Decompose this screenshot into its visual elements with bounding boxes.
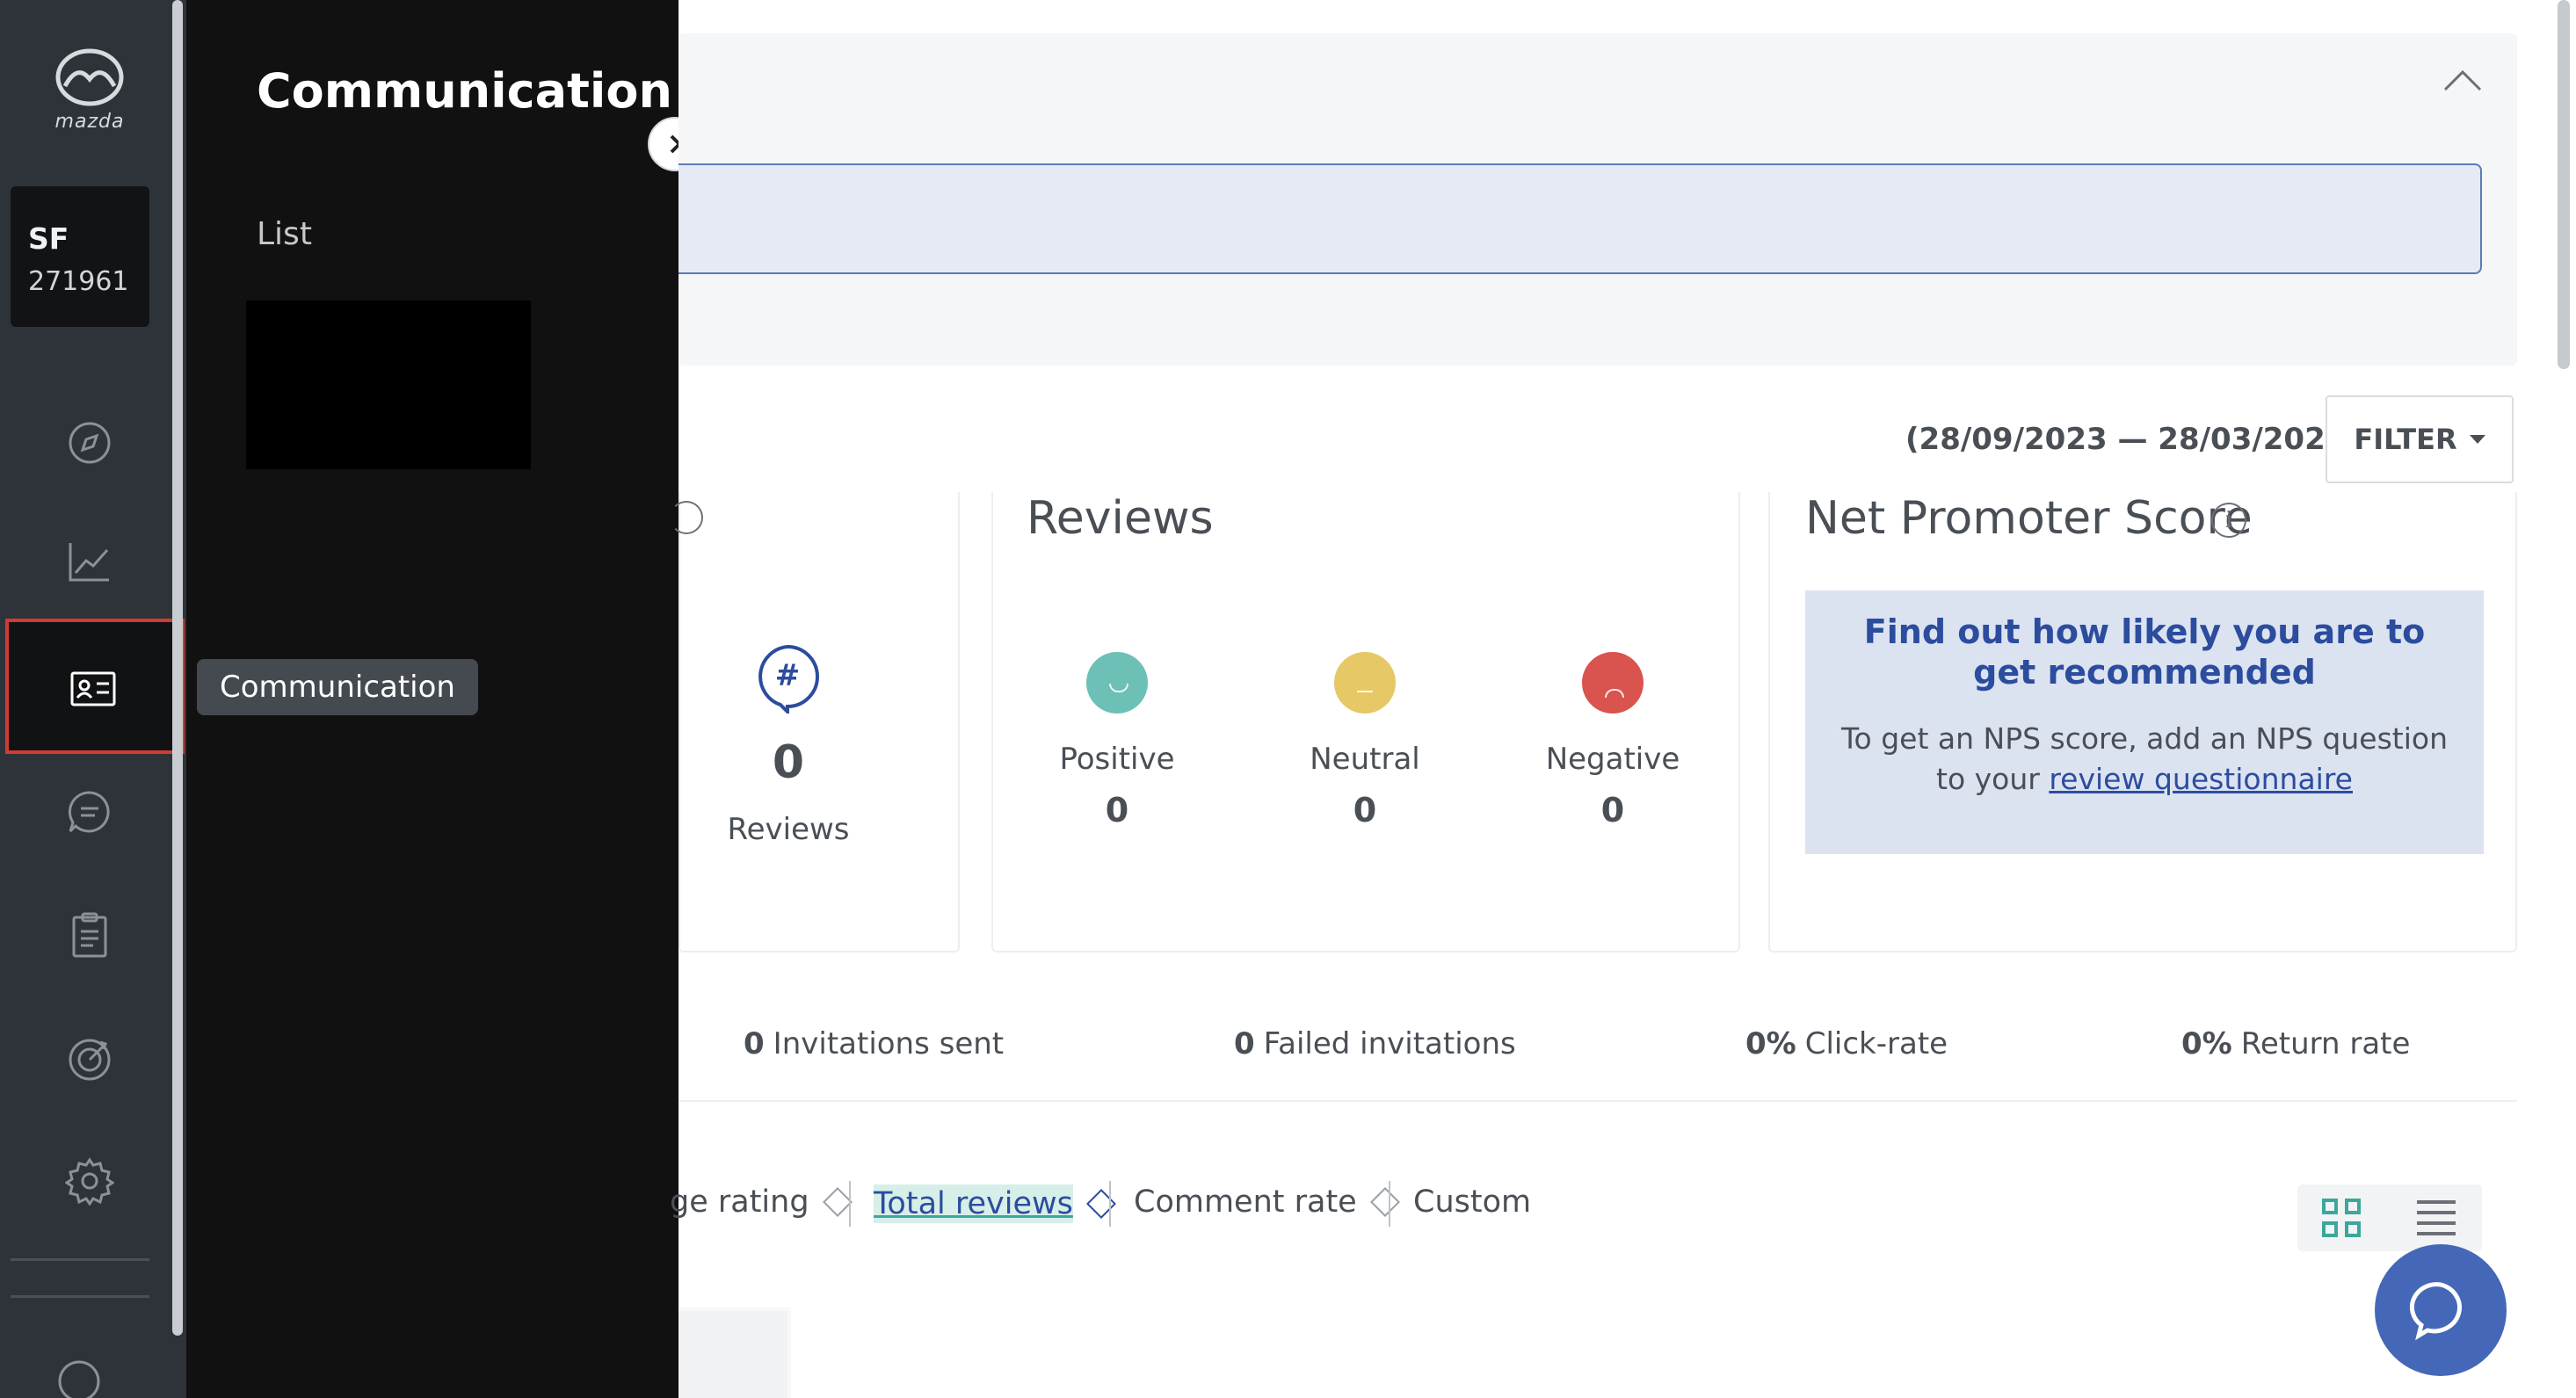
search-input[interactable]: [678, 163, 2482, 274]
neutral-face-icon: [1334, 652, 1396, 713]
review-questionnaire-link[interactable]: review questionnaire: [2049, 762, 2353, 796]
metric-label: Return rate: [2240, 1026, 2411, 1061]
view-toggle: [2297, 1184, 2482, 1251]
metric-label: Invitations sent: [773, 1026, 1005, 1061]
contact-card-icon: [70, 671, 116, 706]
sentiment-value: 0: [1105, 791, 1129, 829]
nps-headline: Find out how likely you are to get recom…: [1863, 612, 2426, 692]
chart-line-icon: [69, 543, 109, 582]
collapse-panel-button[interactable]: [2440, 62, 2485, 97]
metric-value: 0%: [2181, 1026, 2232, 1061]
sort-icon: [1369, 1187, 1400, 1217]
sentiment-label: Neutral: [1310, 742, 1420, 777]
sort-separator: [849, 1181, 851, 1227]
sentiment-neutral: Neutral 0: [1277, 652, 1453, 829]
total-reviews-value: 0: [772, 736, 805, 789]
nps-title: Net Promoter Score: [1805, 492, 2253, 545]
sort-separator: [1109, 1181, 1111, 1227]
sort-label: Custom: [1413, 1184, 1532, 1220]
sentiment-negative: Negative 0: [1525, 652, 1701, 829]
nav-communication-icon-wrap: [58, 654, 128, 724]
sort-average-rating[interactable]: ge rating: [670, 1184, 853, 1220]
info-icon[interactable]: [670, 501, 703, 534]
nav-rail: mazda SF 271961: [0, 0, 186, 1398]
sort-separator: [1389, 1181, 1390, 1227]
nav-settings-button[interactable]: [54, 1146, 125, 1216]
sentiment-positive: Positive 0: [1029, 652, 1205, 829]
flyout-title: Communication: [257, 63, 672, 119]
metric-value: 0: [744, 1026, 765, 1061]
sort-comment-rate[interactable]: Comment rate: [1134, 1184, 1400, 1220]
nav-surveys-button[interactable]: [54, 900, 125, 970]
grid-view-icon[interactable]: [2322, 1199, 2361, 1237]
chat-icon: [68, 791, 110, 833]
clipboard-icon: [72, 912, 107, 958]
sentiment-value: 0: [1353, 791, 1377, 829]
target-icon: [69, 1039, 111, 1081]
list-view-icon[interactable]: [2415, 1199, 2457, 1237]
caret-down-icon: [2469, 435, 2485, 444]
mazda-logo[interactable]: mazda: [39, 44, 141, 133]
nav-tooltip: Communication: [197, 659, 478, 715]
nav-communication-button[interactable]: [5, 619, 185, 754]
support-chat-button[interactable]: [2375, 1244, 2507, 1376]
loading-placeholder: [678, 1307, 791, 1398]
gear-icon: [65, 1157, 114, 1206]
chat-bubble-icon: [2409, 1282, 2462, 1341]
sort-icon: [822, 1187, 853, 1217]
sort-total-reviews[interactable]: Total reviews: [874, 1184, 1116, 1223]
smile-icon: [1086, 652, 1148, 713]
sort-label: Comment rate: [1134, 1184, 1357, 1220]
mazda-logo-icon: [55, 48, 124, 106]
filter-label: FILTER: [2354, 423, 2457, 456]
sort-label: Total reviews: [874, 1184, 1073, 1223]
logo-text: mazda: [54, 111, 125, 133]
svg-text:#: #: [775, 658, 801, 693]
total-reviews-label: Reviews: [727, 812, 850, 847]
rail-divider: [11, 1258, 149, 1261]
flyout-item-list[interactable]: List: [257, 216, 312, 252]
reviews-title: Reviews: [1027, 492, 1214, 545]
help-circle-icon: [58, 1360, 100, 1398]
hash-bubble-icon: #: [758, 644, 819, 713]
metric-invitations-sent: 0 Invitations sent: [744, 1026, 1004, 1061]
nps-info-icon[interactable]: i: [2211, 503, 2246, 538]
metric-value: 0: [1234, 1026, 1255, 1061]
metric-failed-invitations: 0 Failed invitations: [1234, 1026, 1516, 1061]
metric-return-rate: 0% Return rate: [2181, 1026, 2410, 1061]
metric-label: Click-rate: [1804, 1026, 1948, 1061]
date-range: (28/09/2023 — 28/03/2024): [1905, 422, 2360, 457]
account-switcher[interactable]: SF 271961: [11, 186, 149, 327]
nps-body: To get an NPS score, add an NPS question…: [1832, 719, 2457, 800]
sort-custom[interactable]: Custom: [1413, 1184, 1531, 1220]
compass-icon: [69, 422, 111, 464]
nps-callout: Find out how likely you are to get recom…: [1805, 590, 2484, 854]
total-reviews-card: [678, 492, 960, 953]
metric-value: 0%: [1745, 1026, 1796, 1061]
frown-icon: [1582, 652, 1644, 713]
sort-icon: [1085, 1189, 1116, 1219]
nav-goals-button[interactable]: [54, 1023, 125, 1093]
sentiment-label: Negative: [1545, 742, 1680, 777]
sentiment-label: Positive: [1059, 742, 1175, 777]
nav-help-button[interactable]: [44, 1346, 114, 1398]
nav-explore-button[interactable]: [54, 408, 125, 478]
rail-scrollbar[interactable]: [172, 0, 183, 1336]
page-scrollbar[interactable]: [2558, 0, 2570, 369]
sentiment-value: 0: [1600, 791, 1625, 829]
nav-messages-button[interactable]: [54, 777, 125, 847]
redacted-block: [246, 301, 531, 469]
account-number: 271961: [28, 266, 129, 297]
metric-label: Failed invitations: [1263, 1026, 1516, 1061]
filter-button[interactable]: FILTER: [2326, 395, 2514, 483]
rail-divider: [11, 1295, 149, 1298]
account-code: SF: [28, 221, 69, 256]
sort-label: ge rating: [670, 1184, 809, 1220]
nav-reports-button[interactable]: [54, 527, 125, 598]
metric-click-rate: 0% Click-rate: [1745, 1026, 1948, 1061]
chevron-up-icon: [2443, 69, 2482, 91]
